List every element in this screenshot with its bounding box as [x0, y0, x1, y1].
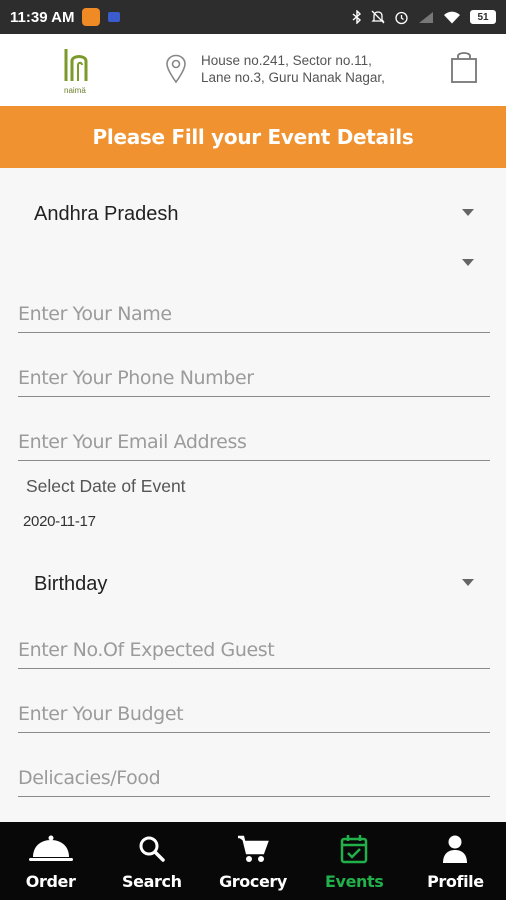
event-date-picker[interactable]: 2020-11-17	[23, 513, 96, 530]
status-time: 11:39 AM	[10, 8, 75, 26]
nav-item-search[interactable]: Search	[101, 822, 202, 900]
delivery-address[interactable]: House no.241, Sector no.11, Lane no.3, G…	[201, 52, 421, 86]
email-field[interactable]	[18, 417, 490, 461]
email-input[interactable]	[18, 417, 490, 460]
phone-input[interactable]	[18, 353, 490, 396]
guests-input[interactable]	[18, 625, 490, 668]
city-select[interactable]	[34, 246, 474, 282]
wifi-icon	[444, 11, 460, 23]
nav-item-profile[interactable]: Profile	[405, 822, 506, 900]
notification-app-icon	[82, 8, 101, 26]
status-icons: 51	[352, 10, 496, 25]
alarm-icon	[395, 11, 408, 24]
search-icon	[139, 836, 165, 862]
event-type-value: Birthday	[34, 572, 108, 595]
budget-field[interactable]	[18, 689, 490, 733]
nav-label-events: Events	[325, 872, 384, 891]
cloche-icon	[28, 835, 73, 861]
phone-field[interactable]	[18, 353, 490, 397]
name-input[interactable]	[18, 289, 490, 332]
nav-label-order: Order	[25, 872, 76, 891]
food-input[interactable]	[18, 753, 490, 796]
bluetooth-icon	[352, 10, 362, 24]
status-bar: 11:39 AM 51	[0, 0, 506, 34]
address-line-2: Lane no.3, Guru Nanak Nagar,	[201, 70, 385, 85]
person-icon	[443, 835, 468, 863]
page-title: Please Fill your Event Details	[0, 106, 506, 168]
nav-item-order[interactable]: Order	[0, 822, 101, 900]
budget-input[interactable]	[18, 689, 490, 732]
nav-label-grocery: Grocery	[219, 872, 287, 891]
signal-icon	[419, 11, 433, 23]
nav-item-events[interactable]: Events	[304, 822, 405, 900]
event-type-select[interactable]: Birthday	[34, 566, 474, 602]
name-field[interactable]	[18, 289, 490, 333]
notification-mail-icon	[108, 12, 121, 22]
calendar-check-icon	[340, 835, 368, 864]
nav-label-profile: Profile	[427, 872, 484, 891]
address-line-1: House no.241, Sector no.11,	[201, 53, 372, 68]
cart-icon	[238, 835, 269, 862]
bottom-nav: Order Search Grocery Events Profile	[0, 822, 506, 900]
logo-text: naimä	[64, 86, 86, 95]
location-pin-icon	[166, 54, 186, 84]
chevron-down-icon	[462, 259, 474, 266]
mute-icon	[371, 10, 385, 24]
state-select[interactable]: Andhra Pradesh	[34, 196, 474, 232]
shopping-bag-icon[interactable]	[450, 50, 478, 84]
date-label: Select Date of Event	[26, 476, 186, 496]
battery-icon: 51	[470, 10, 496, 24]
guests-field[interactable]	[18, 625, 490, 669]
app-header: naimä House no.241, Sector no.11, Lane n…	[0, 34, 506, 106]
chevron-down-icon	[462, 209, 474, 216]
state-select-value: Andhra Pradesh	[34, 202, 179, 225]
brand-logo[interactable]	[62, 47, 98, 87]
food-field[interactable]	[18, 753, 490, 797]
nav-item-grocery[interactable]: Grocery	[202, 822, 303, 900]
chevron-down-icon	[462, 579, 474, 586]
nav-label-search: Search	[122, 872, 182, 891]
